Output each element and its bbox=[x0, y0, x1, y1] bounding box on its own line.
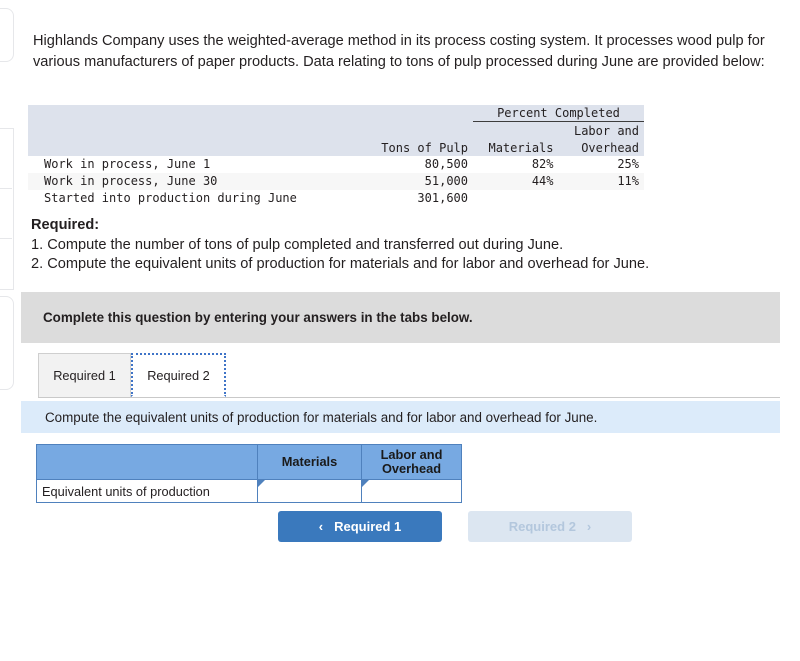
row-tons: 301,600 bbox=[328, 190, 473, 207]
chevron-left-icon: ‹ bbox=[318, 519, 324, 534]
data-table-subheader-row-1: Labor and bbox=[28, 121, 644, 139]
problem-statement: Highlands Company uses the weighted-aver… bbox=[33, 33, 765, 70]
tab-required-2-label: Required 2 bbox=[147, 367, 210, 383]
row-tons: 51,000 bbox=[328, 173, 473, 190]
previous-requirement-button[interactable]: ‹ Required 1 bbox=[278, 511, 442, 542]
row-labor bbox=[558, 190, 644, 207]
tab-required-1-label: Required 1 bbox=[53, 368, 116, 383]
row-materials bbox=[473, 190, 559, 207]
column-header-labor-line2: Overhead bbox=[558, 139, 644, 156]
data-table-subheader-row-2: Tons of Pulp Materials Overhead bbox=[28, 139, 644, 156]
cell-marker-icon bbox=[258, 480, 265, 487]
row-label: Work in process, June 30 bbox=[28, 173, 328, 190]
row-labor: 25% bbox=[558, 156, 644, 173]
row-materials: 44% bbox=[473, 173, 559, 190]
materials-input[interactable] bbox=[258, 480, 361, 502]
data-table-group-header-row: Percent Completed bbox=[28, 105, 644, 122]
edge-card-top bbox=[0, 8, 14, 62]
group-header-blank-2 bbox=[328, 105, 473, 122]
tab-underline bbox=[38, 397, 780, 398]
next-requirement-button[interactable]: Required 2 › bbox=[468, 511, 632, 542]
answer-table-header-row: Materials Labor and Overhead bbox=[36, 444, 462, 480]
edge-card-middle bbox=[0, 128, 14, 290]
question-instruction-text: Compute the equivalent units of producti… bbox=[45, 409, 598, 425]
subheader-blank bbox=[28, 121, 328, 139]
edge-card-bottom bbox=[0, 296, 14, 390]
answer-header-labor-overhead: Labor and Overhead bbox=[361, 444, 462, 480]
subheader-blank-4 bbox=[28, 139, 328, 156]
row-tons: 80,500 bbox=[328, 156, 473, 173]
required-heading: Required: bbox=[31, 217, 100, 233]
answer-entry-table: Materials Labor and Overhead Equivalent … bbox=[36, 444, 462, 503]
subheader-blank-3 bbox=[473, 121, 559, 139]
column-header-labor-line1: Labor and bbox=[558, 121, 644, 139]
tab-required-2[interactable]: Required 2 bbox=[131, 353, 226, 397]
table-row: Started into production during June 301,… bbox=[28, 190, 644, 207]
answer-header-materials: Materials bbox=[257, 444, 362, 480]
subheader-blank-2 bbox=[328, 121, 473, 139]
column-header-tons: Tons of Pulp bbox=[328, 139, 473, 156]
labor-overhead-input-cell[interactable] bbox=[361, 479, 462, 503]
required-section: Required: 1. Compute the number of tons … bbox=[31, 216, 771, 275]
edge-divider bbox=[0, 238, 12, 239]
complete-question-banner: Complete this question by entering your … bbox=[21, 292, 780, 343]
labor-overhead-input[interactable] bbox=[362, 480, 461, 502]
edge-divider bbox=[0, 188, 12, 189]
group-header-blank bbox=[28, 105, 328, 122]
question-instruction-bar: Compute the equivalent units of producti… bbox=[21, 401, 780, 433]
row-labor: 11% bbox=[558, 173, 644, 190]
row-materials: 82% bbox=[473, 156, 559, 173]
table-row: Equivalent units of production bbox=[36, 479, 462, 503]
chevron-right-icon: › bbox=[586, 519, 592, 534]
previous-requirement-label: Required 1 bbox=[334, 519, 402, 534]
percent-completed-header: Percent Completed bbox=[473, 105, 644, 122]
answer-header-labor-line1: Labor and bbox=[380, 447, 443, 462]
requirement-tabs: Required 1 Required 2 bbox=[38, 353, 780, 398]
required-item-1: 1. Compute the number of tons of pulp co… bbox=[31, 236, 564, 253]
pulp-data-table: Percent Completed Labor and Tons of Pulp… bbox=[28, 105, 644, 207]
answer-header-blank bbox=[36, 444, 258, 480]
table-row: Work in process, June 1 80,500 82% 25% bbox=[28, 156, 644, 173]
table-row: Work in process, June 30 51,000 44% 11% bbox=[28, 173, 644, 190]
complete-question-banner-text: Complete this question by entering your … bbox=[43, 310, 473, 325]
tab-navigation: ‹ Required 1 Required 2 › bbox=[278, 511, 632, 542]
tab-required-1[interactable]: Required 1 bbox=[38, 353, 131, 397]
row-label: Work in process, June 1 bbox=[28, 156, 328, 173]
column-header-materials: Materials bbox=[473, 139, 559, 156]
answer-row-label: Equivalent units of production bbox=[36, 479, 258, 503]
cell-marker-icon bbox=[362, 480, 369, 487]
answer-header-labor-line2: Overhead bbox=[381, 461, 442, 476]
materials-input-cell[interactable] bbox=[257, 479, 362, 503]
row-label: Started into production during June bbox=[28, 190, 328, 207]
next-requirement-label: Required 2 bbox=[508, 519, 576, 534]
required-item-2: 2. Compute the equivalent units of produ… bbox=[31, 256, 650, 272]
